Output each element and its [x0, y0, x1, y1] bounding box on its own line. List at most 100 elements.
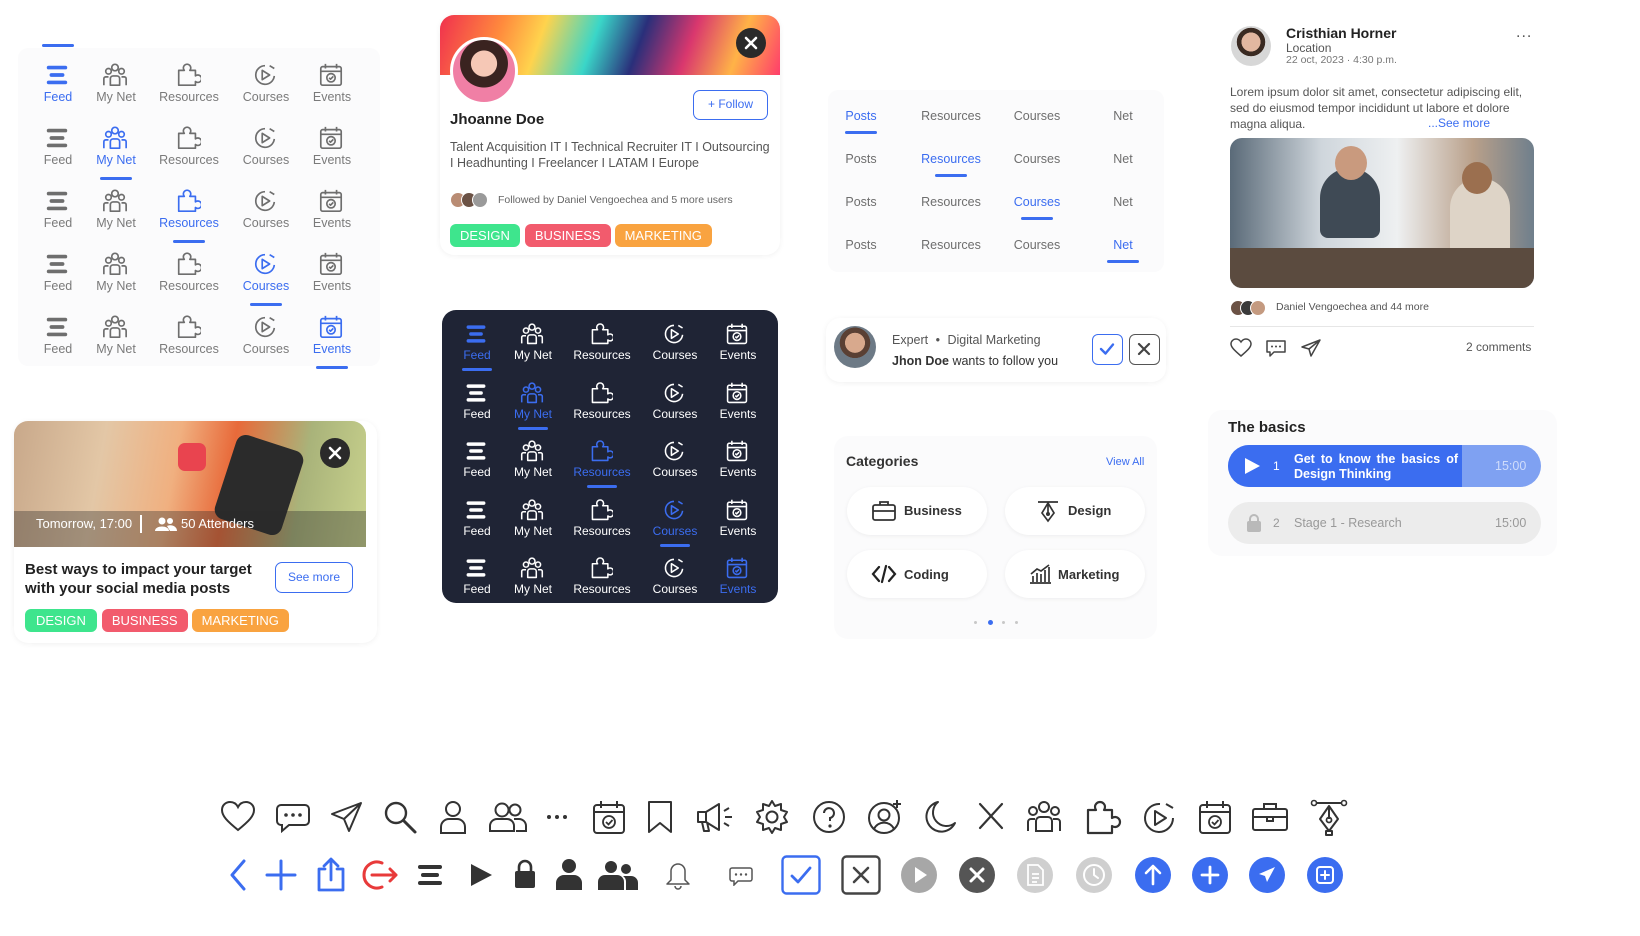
nav-item-courses[interactable]: Courses — [642, 486, 708, 547]
active-tab-indicator — [1021, 217, 1053, 220]
tag-design[interactable]: DESIGN — [450, 224, 520, 247]
nav-item-events[interactable]: Events — [705, 369, 771, 427]
lesson-item-locked[interactable]: 2 Stage 1 - Research 15:00 — [1228, 502, 1541, 544]
nav-item-events[interactable]: Events — [705, 310, 771, 368]
nav-item-resources[interactable]: Resources — [569, 369, 635, 427]
nav-item-events[interactable]: Events — [292, 300, 372, 369]
nav-item-events[interactable]: Events — [705, 486, 771, 544]
post-location: Location — [1286, 41, 1332, 55]
my-net-icon — [520, 440, 544, 462]
nav-item-my-net[interactable]: My Net — [500, 486, 566, 544]
category-business[interactable]: Business — [847, 487, 987, 535]
moon-icon — [925, 801, 956, 833]
tab-net[interactable]: Net — [1083, 109, 1163, 123]
post-author[interactable]: Cristhian Horner — [1286, 25, 1396, 41]
tag-marketing[interactable]: MARKETING — [191, 609, 289, 632]
nav-bar-variant: Feed My Net Resources Courses Events — [442, 544, 778, 607]
tab-courses[interactable]: Courses — [997, 109, 1077, 123]
nav-item-courses[interactable]: Courses — [642, 427, 708, 485]
nav-item-resources[interactable]: Resources — [569, 486, 635, 544]
nav-item-my-net[interactable]: My Net — [500, 310, 566, 368]
nav-bar-variant: Feed My Net Resources Courses Events — [18, 237, 380, 306]
nav-item-my-net[interactable]: My Net — [76, 174, 156, 237]
tag-marketing[interactable]: MARKETING — [614, 224, 712, 247]
tab-resources[interactable]: Resources — [911, 152, 991, 166]
nav-item-resources[interactable]: Resources — [149, 48, 229, 111]
nav-label: Events — [312, 216, 352, 230]
tag-business[interactable]: BUSINESS — [101, 609, 188, 632]
tab-resources[interactable]: Resources — [911, 109, 991, 123]
tab-resources[interactable]: Resources — [911, 195, 991, 209]
nav-item-events[interactable]: Events — [705, 427, 771, 485]
category-design[interactable]: Design — [1005, 487, 1145, 535]
nav-item-events[interactable]: Events — [705, 544, 771, 602]
nav-item-courses[interactable]: Courses — [642, 544, 708, 602]
decline-button[interactable] — [1129, 334, 1160, 365]
tag-business[interactable]: BUSINESS — [524, 224, 611, 247]
follow-button[interactable]: + Follow — [693, 90, 768, 120]
tab-net[interactable]: Net — [1083, 238, 1163, 252]
tab-courses[interactable]: Courses — [997, 152, 1077, 166]
puzzle-icon — [591, 499, 613, 520]
nav-item-my-net[interactable]: My Net — [500, 544, 566, 602]
nav-label: Resources — [573, 348, 631, 362]
nav-item-resources[interactable]: Resources — [149, 174, 229, 243]
nav-label: Courses — [652, 582, 698, 597]
nav-item-resources[interactable]: Resources — [569, 544, 635, 602]
my-net-icon — [520, 557, 544, 579]
nav-item-my-net[interactable]: My Net — [76, 300, 156, 363]
see-more-link[interactable]: ...See more — [1426, 116, 1491, 130]
nav-item-my-net[interactable]: My Net — [76, 111, 156, 180]
nav-item-resources[interactable]: Resources — [149, 237, 229, 300]
send-icon[interactable] — [1300, 338, 1322, 358]
nav-item-events[interactable]: Events — [292, 237, 372, 300]
course-play-icon — [664, 441, 684, 461]
nav-item-my-net[interactable]: My Net — [76, 48, 156, 111]
nav-item-courses[interactable]: Courses — [642, 310, 708, 368]
tab-resources[interactable]: Resources — [911, 238, 991, 252]
nav-item-events[interactable]: Events — [292, 48, 372, 111]
nav-label: My Net — [513, 348, 552, 362]
more-options-icon[interactable]: ... — [1516, 24, 1532, 42]
tab-posts[interactable]: Posts — [821, 152, 901, 166]
accept-button[interactable] — [1092, 334, 1123, 365]
tab-courses[interactable]: Courses — [997, 195, 1077, 209]
nav-item-my-net[interactable]: My Net — [500, 369, 566, 430]
nav-item-resources[interactable]: Resources — [569, 310, 635, 368]
nav-item-events[interactable]: Events — [292, 111, 372, 174]
nav-item-resources[interactable]: Resources — [149, 300, 229, 363]
tab-posts[interactable]: Posts — [821, 238, 901, 252]
nav-item-resources[interactable]: Resources — [149, 111, 229, 174]
nav-item-my-net[interactable]: My Net — [500, 427, 566, 485]
tab-courses[interactable]: Courses — [997, 238, 1077, 252]
heart-icon[interactable] — [1230, 338, 1252, 358]
close-icon[interactable] — [320, 438, 350, 468]
close-icon[interactable] — [736, 28, 766, 58]
nav-item-events[interactable]: Events — [292, 174, 372, 237]
basics-title: The basics — [1228, 419, 1306, 436]
nav-bar-variant: Feed My Net Resources Courses Events — [442, 427, 778, 490]
comments-count[interactable]: 2 comments — [1466, 340, 1531, 354]
tab-posts[interactable]: Posts — [821, 195, 901, 209]
tab-net[interactable]: Net — [1083, 152, 1163, 166]
calendar-check-icon — [319, 189, 343, 213]
tab-net[interactable]: Net — [1083, 195, 1163, 209]
nav-item-resources[interactable]: Resources — [569, 427, 635, 489]
post-image — [1230, 138, 1534, 288]
active-indicator — [316, 366, 348, 369]
view-all-link[interactable]: View All — [1106, 456, 1144, 468]
nav-item-my-net[interactable]: My Net — [76, 237, 156, 300]
nav-item-courses[interactable]: Courses — [642, 369, 708, 427]
pagination-dots[interactable] — [974, 620, 1022, 626]
lesson-item-active[interactable]: 1 Get to know the basics of Design Think… — [1228, 445, 1541, 487]
comment-icon[interactable] — [1265, 338, 1287, 358]
tab-posts[interactable]: Posts — [821, 109, 901, 123]
see-more-button[interactable]: See more — [275, 562, 353, 593]
users-icon — [155, 517, 177, 531]
tag-design[interactable]: DESIGN — [25, 609, 97, 632]
category-coding[interactable]: Coding — [847, 550, 987, 598]
course-play-icon — [664, 324, 684, 344]
category-marketing[interactable]: Marketing — [1005, 550, 1145, 598]
puzzle-icon — [591, 323, 613, 345]
nav-variants-light: Feed My Net Resources Courses Events Feed My N… — [18, 44, 380, 369]
